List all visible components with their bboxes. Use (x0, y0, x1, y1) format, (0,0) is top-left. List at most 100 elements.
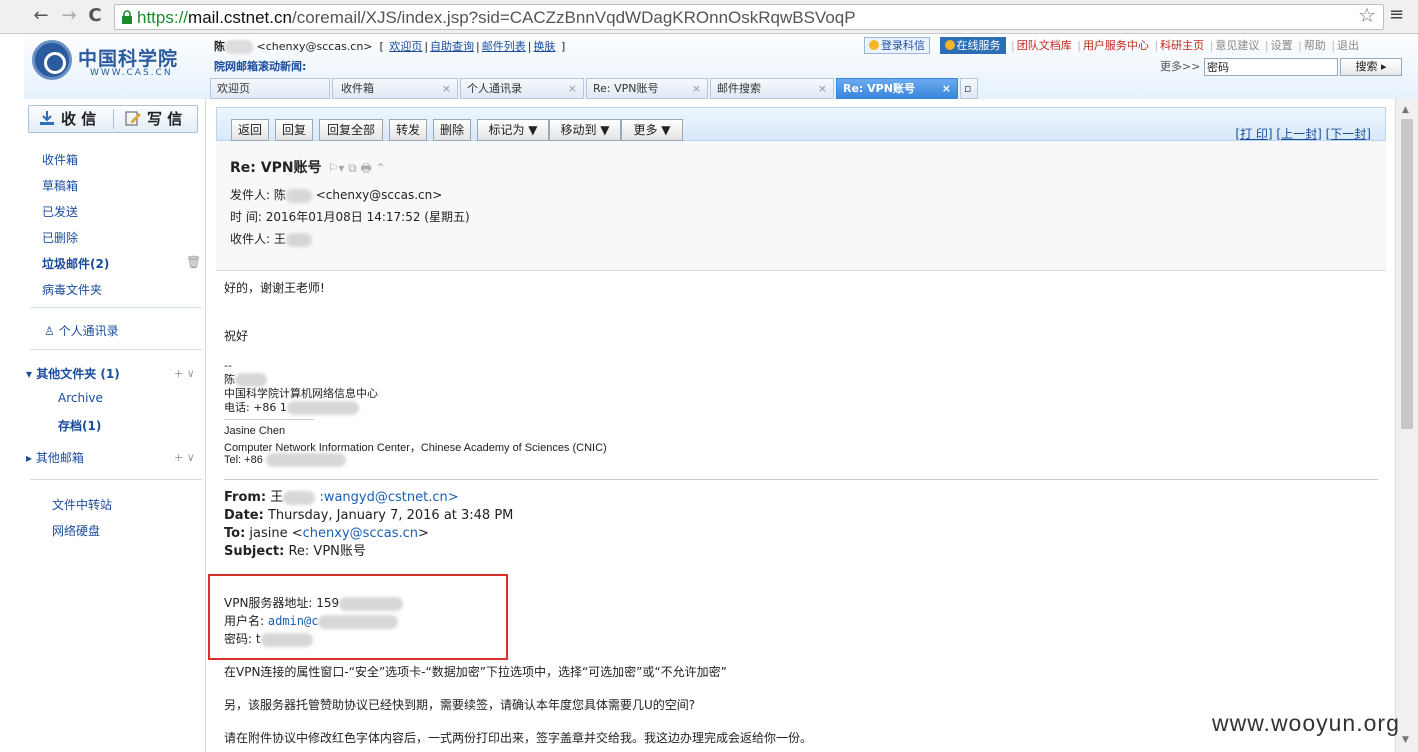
link-self-query[interactable]: 自助查询 (430, 40, 474, 53)
user-info-line: 陈 <chenxy@sccas.cn> [ 欢迎页 | 自助查询 | 邮件列表 | 换肤 ] (214, 40, 566, 54)
tab-close-icon[interactable]: × (442, 79, 451, 98)
tab-mail-search[interactable]: 邮件搜索 × (710, 78, 834, 99)
link-skin[interactable]: 换肤 (533, 40, 555, 53)
other-mailbox-toggle[interactable]: ▸ 其他邮箱 (26, 449, 84, 466)
forward-button[interactable]: 转发 (389, 119, 427, 141)
move-to-dropdown[interactable]: 移动到 ▼ (549, 119, 621, 141)
back-button[interactable]: 返回 (231, 119, 269, 141)
link-user-service[interactable]: 用户服务中心 (1083, 39, 1149, 52)
q-to-text: jasine < (249, 526, 303, 541)
login-keyin-button[interactable]: 登录科信 (864, 37, 930, 54)
link-team-docs[interactable]: 团队文档库 (1017, 39, 1072, 52)
to-name[interactable]: 王 (274, 232, 286, 246)
news-ticker[interactable]: 院网邮箱滚动新闻: (214, 58, 306, 74)
folder-inbox[interactable]: 收件箱 (42, 151, 78, 168)
add-folder-icon[interactable]: + ∨ (174, 367, 195, 380)
tab-close-icon[interactable]: × (568, 79, 577, 98)
tab-re-vpn-1[interactable]: Re: VPN账号 × (586, 78, 708, 99)
flag-forward-print-icons[interactable]: ⚐▾ ⧉ 🖶 ⌃ (328, 161, 386, 175)
more-dropdown[interactable]: 更多 ▼ (621, 119, 683, 141)
search-button[interactable]: 搜索 ▸ (1340, 58, 1402, 76)
tab-inbox[interactable]: 收件箱 × (332, 78, 458, 99)
q-to-email[interactable]: chenxy@sccas.cn (303, 526, 418, 541)
tab-close-icon[interactable]: × (692, 79, 701, 98)
tab-label: 欢迎页 (217, 82, 250, 95)
back-icon[interactable]: ← (30, 5, 52, 27)
mail-nav-links: [打 印] [上一封] [下一封] (1235, 125, 1371, 142)
q-from-email[interactable]: :wangyd@cstnet.cn> (319, 490, 458, 505)
browser-menu-icon[interactable]: ≡ (1389, 4, 1404, 25)
redacted-blur (286, 401, 359, 415)
compose-button[interactable]: 写 信 (125, 106, 182, 132)
add-mailbox-icon[interactable]: + ∨ (174, 451, 195, 464)
scroll-thumb[interactable] (1401, 119, 1413, 429)
folder-deleted[interactable]: 已删除 (42, 229, 78, 246)
q-date-value: Thursday, January 7, 2016 at 3:48 PM (267, 508, 514, 523)
quoted-header: From: 王 :wangyd@cstnet.cn> Date: Thursda… (224, 489, 513, 561)
divider (224, 419, 314, 420)
quoted-date: Date: Thursday, January 7, 2016 at 3:48 … (224, 507, 513, 525)
online-service-button[interactable]: 在线服务 (939, 37, 1006, 54)
link-mail-list[interactable]: 邮件列表 (482, 40, 526, 53)
bracket-close: ] (560, 40, 566, 53)
q-subj-label: Subject: (224, 544, 285, 559)
folder-spam[interactable]: 垃圾邮件(2) (42, 255, 109, 272)
tab-close-icon[interactable]: × (942, 79, 951, 98)
from-email[interactable]: <chenxy@sccas.cn> (316, 188, 443, 202)
folder-archive[interactable]: Archive (58, 391, 103, 405)
folder-sent[interactable]: 已发送 (42, 203, 78, 220)
other-folders-toggle[interactable]: ▾ 其他文件夹 (1) (26, 365, 120, 382)
reply-all-button[interactable]: 回复全部 (319, 119, 383, 141)
prev-mail-link[interactable]: [上一封] (1276, 127, 1321, 141)
next-mail-link[interactable]: [下一封] (1326, 127, 1371, 141)
folder-virus[interactable]: 病毒文件夹 (42, 281, 102, 298)
mail-subject: Re: VPN账号 ⚐▾ ⧉ 🖶 ⌃ (230, 157, 386, 180)
net-disk-link[interactable]: 网络硬盘 (52, 522, 100, 539)
tab-close-icon[interactable]: × (818, 79, 827, 98)
receive-button[interactable]: 收 信 (39, 106, 96, 132)
more-link[interactable]: 更多>> (1160, 60, 1200, 73)
scroll-up-icon[interactable]: ▲ (1402, 105, 1409, 115)
tab-label: Re: VPN账号 (593, 82, 659, 95)
sig-en-tel: Tel: +86 (224, 453, 346, 467)
print-link[interactable]: [打 印] (1235, 127, 1272, 141)
tab-re-vpn-active[interactable]: Re: VPN账号 × (836, 78, 958, 99)
tab-contacts[interactable]: 个人通讯录 × (460, 78, 584, 99)
paragraph-encryption: 在VPN连接的属性窗口-“安全”选项卡-“数据加密”下拉选项中，选择“可选加密”… (224, 665, 727, 679)
folder-saved[interactable]: 存档(1) (58, 417, 101, 434)
search-input[interactable]: 密码 (1204, 58, 1338, 76)
folder-drafts[interactable]: 草稿箱 (42, 177, 78, 194)
online-service-label: 在线服务 (956, 39, 1001, 52)
quoted-subject: Subject: Re: VPN账号 (224, 543, 513, 561)
link-research-home[interactable]: 科研主页 (1160, 39, 1204, 52)
link-feedback[interactable]: 意见建议 (1215, 39, 1259, 52)
cas-logo[interactable]: 中国科学院 WWW.CAS.CN (32, 40, 192, 84)
address-bar[interactable]: https://mail.cstnet.cn/coremail/XJS/inde… (114, 4, 1384, 30)
from-label: 发件人: (230, 188, 271, 202)
mail-view: 返回 回复 回复全部 转发 删除 标记为 ▼ 移动到 ▼ 更多 ▼ [打 印] … (208, 99, 1394, 752)
page-scrollbar[interactable]: ▲ ▼ (1395, 99, 1418, 752)
reply-button[interactable]: 回复 (275, 119, 313, 141)
delete-button[interactable]: 删除 (433, 119, 471, 141)
reload-icon[interactable]: C (84, 5, 106, 27)
bookmark-star-icon[interactable]: ☆ (1358, 3, 1376, 27)
trash-icon[interactable]: 🗑 (186, 255, 201, 269)
mark-as-dropdown[interactable]: 标记为 ▼ (477, 119, 549, 141)
mail-toolbar: 返回 回复 回复全部 转发 删除 标记为 ▼ 移动到 ▼ 更多 ▼ [打 印] … (216, 107, 1386, 141)
link-logout[interactable]: 退出 (1337, 39, 1359, 52)
link-welcome[interactable]: 欢迎页 (389, 40, 422, 53)
contacts-link[interactable]: ♙ 个人通讯录 (44, 322, 119, 339)
to-label: 收件人: (230, 232, 271, 246)
forward-icon[interactable]: → (58, 5, 80, 27)
file-transfer-link[interactable]: 文件中转站 (52, 496, 112, 513)
divider (30, 307, 202, 308)
compose-bar: 收 信 写 信 (28, 105, 198, 133)
link-help[interactable]: 帮助 (1304, 39, 1326, 52)
divider (30, 479, 202, 480)
regards: 祝好 (224, 329, 249, 343)
tab-welcome[interactable]: 欢迎页 (210, 78, 330, 99)
sig-phone: 电话: +86 1 (224, 399, 359, 415)
new-tab-icon[interactable]: ▫ (960, 78, 978, 99)
link-settings[interactable]: 设置 (1271, 39, 1293, 52)
scroll-down-icon[interactable]: ▼ (1402, 735, 1409, 745)
